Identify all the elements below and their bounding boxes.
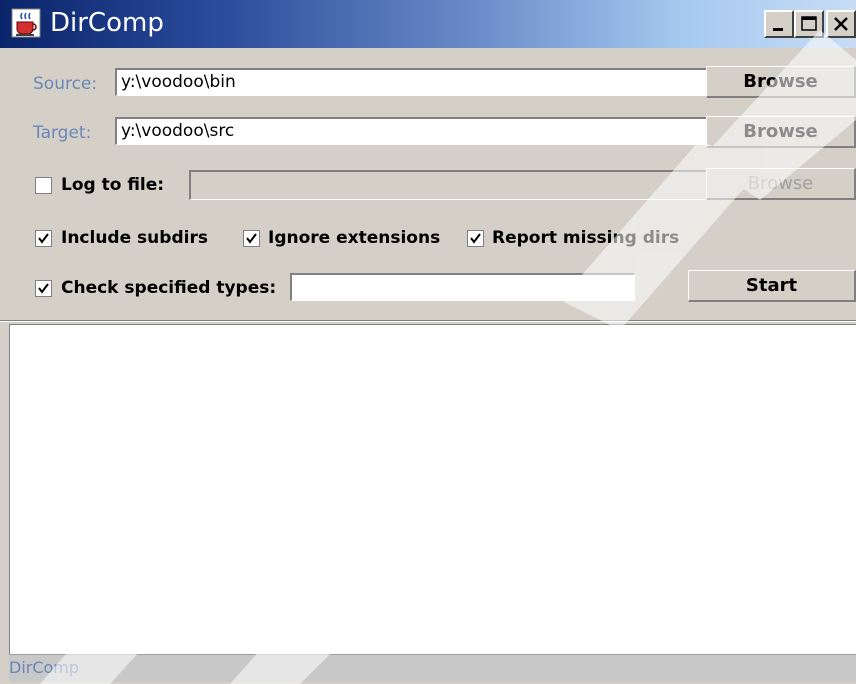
log-browse-button[interactable]: Browse	[706, 168, 856, 200]
java-cup-icon[interactable]	[11, 8, 41, 38]
checkmark-icon	[246, 233, 257, 244]
checkmark-icon	[38, 283, 49, 294]
report-missing-dirs-label: Report missing dirs	[492, 228, 680, 248]
minimize-button[interactable]	[764, 10, 794, 38]
log-to-file-label: Log to file:	[61, 175, 165, 195]
maximize-icon	[801, 16, 817, 31]
output-area[interactable]	[9, 324, 856, 654]
start-button[interactable]: Start	[688, 270, 856, 302]
divider	[0, 320, 856, 322]
window-title: DirComp	[50, 8, 164, 38]
report-missing-dirs-checkbox[interactable]	[467, 230, 484, 247]
log-file-field[interactable]	[189, 170, 707, 200]
maximize-button[interactable]	[794, 10, 824, 38]
include-subdirs-label: Include subdirs	[61, 228, 208, 248]
status-text: DirComp	[9, 658, 80, 677]
close-button[interactable]	[826, 10, 856, 38]
checkmark-icon	[38, 233, 49, 244]
include-subdirs-checkbox[interactable]	[35, 230, 52, 247]
checkmark-icon	[470, 233, 481, 244]
ignore-extensions-label: Ignore extensions	[268, 228, 441, 248]
types-field[interactable]	[290, 273, 635, 301]
target-browse-button[interactable]: Browse	[706, 116, 856, 148]
close-icon	[834, 17, 848, 31]
target-field[interactable]: y:\voodoo\src	[115, 117, 707, 145]
status-bar: DirComp	[9, 654, 856, 682]
check-types-label: Check specified types:	[61, 278, 277, 298]
log-to-file-checkbox[interactable]	[35, 177, 52, 194]
source-field[interactable]: y:\voodoo\bin	[115, 68, 707, 96]
source-browse-button[interactable]: Browse	[706, 66, 856, 98]
dircomp-window: DirComp Source: y:\voodoo\bin Browse Tar…	[0, 0, 856, 684]
source-label: Source:	[33, 74, 98, 94]
title-bar[interactable]: DirComp	[0, 0, 856, 48]
minimize-icon	[773, 28, 783, 31]
check-types-checkbox[interactable]	[35, 280, 52, 297]
ignore-extensions-checkbox[interactable]	[243, 230, 260, 247]
target-label: Target:	[33, 123, 92, 143]
